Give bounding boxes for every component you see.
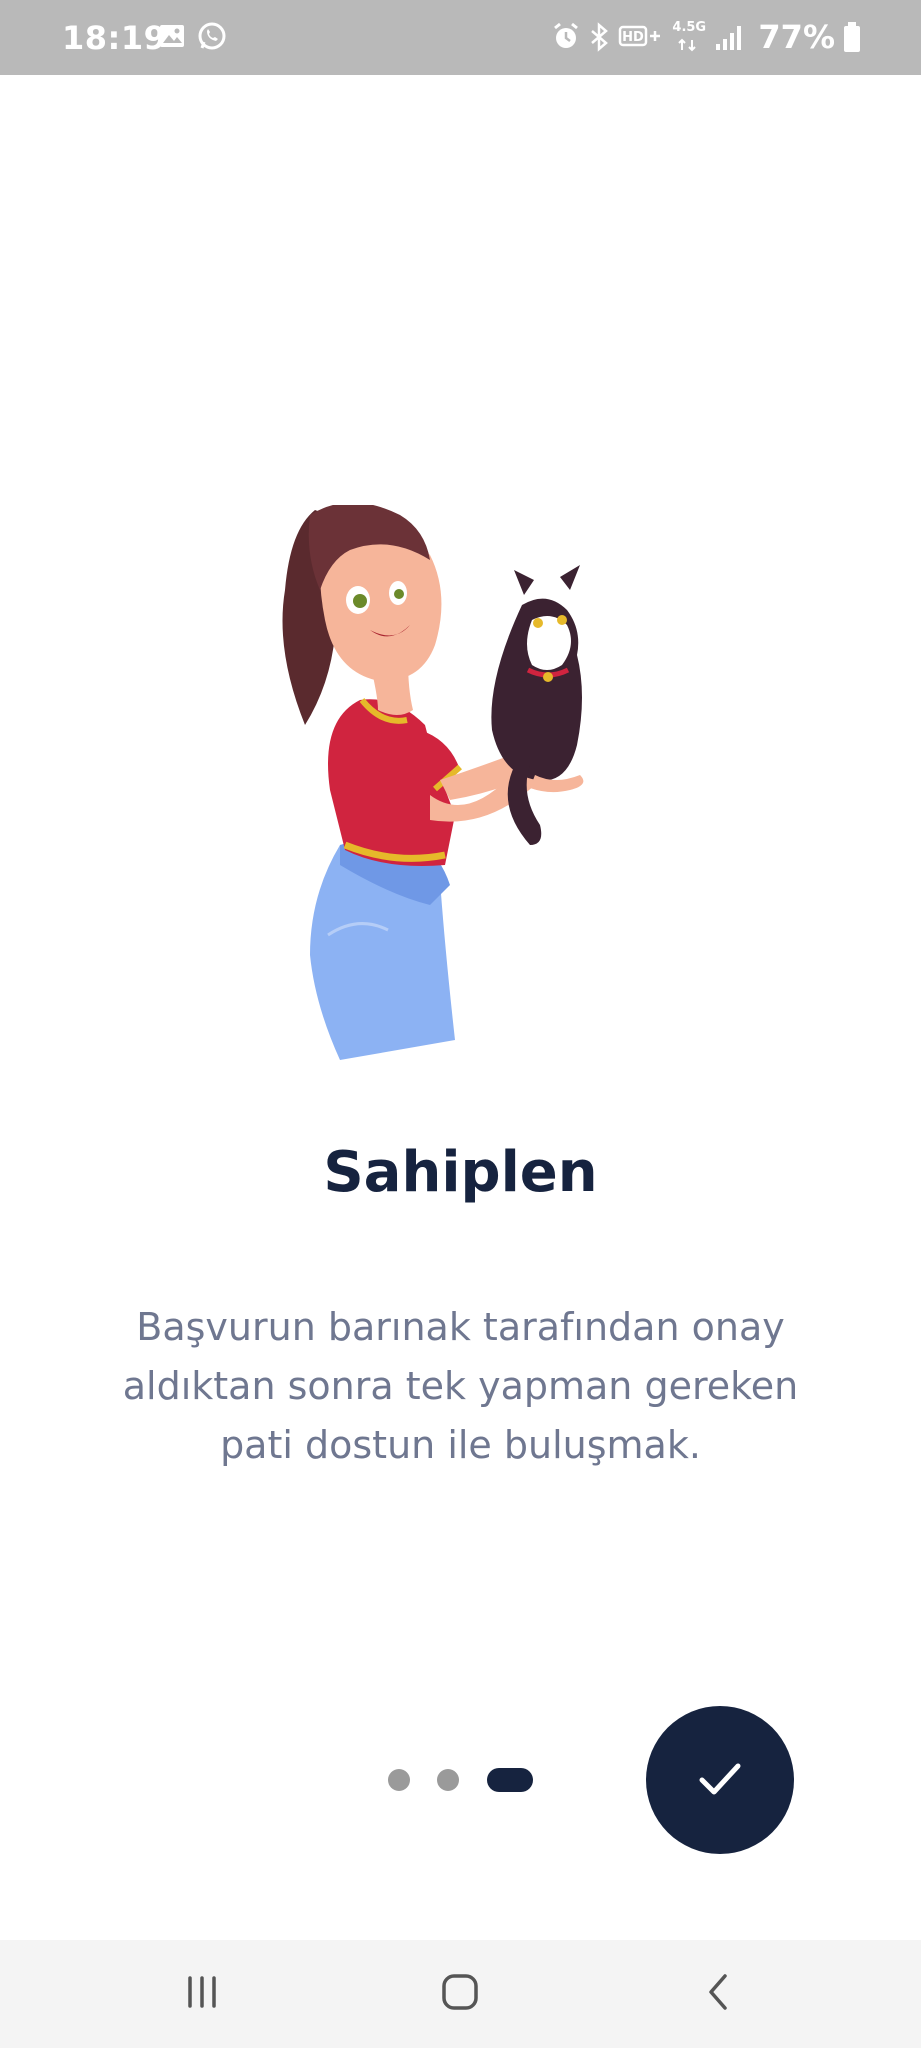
status-right-icons: HD 4.5G 77%: [552, 14, 861, 60]
status-time: 18:19: [62, 18, 167, 57]
status-bar: 18:19 HD 4.5G 77%: [0, 0, 921, 75]
recent-apps-icon: [182, 1974, 222, 2014]
recent-apps-button[interactable]: [142, 1940, 262, 2048]
bluetooth-icon: [588, 22, 610, 52]
page-dot-2[interactable]: [437, 1769, 459, 1791]
home-icon: [440, 1972, 480, 2016]
battery-percent: 77%: [758, 18, 835, 56]
gallery-icon: [158, 22, 186, 54]
back-icon: [703, 1972, 733, 2016]
onboarding-title: Sahiplen: [323, 1140, 598, 1205]
check-icon: [696, 1758, 744, 1802]
onboarding-description: Başvurun barınak tarafından onay aldıkta…: [122, 1305, 799, 1467]
navigation-bar: [0, 1940, 921, 2048]
network-4-5g-icon: 4.5G: [672, 20, 706, 54]
status-left-icons: [158, 20, 228, 56]
battery-icon: [843, 21, 861, 53]
hd-voice-icon: HD: [618, 22, 664, 52]
page-dot-1[interactable]: [388, 1769, 410, 1791]
whatsapp-icon: [196, 20, 228, 56]
page-dot-3-active[interactable]: [487, 1768, 533, 1792]
home-button[interactable]: [400, 1940, 520, 2048]
alarm-icon: [552, 22, 580, 52]
signal-icon: [714, 22, 744, 52]
back-button[interactable]: [658, 1940, 778, 2048]
woman-holding-cat-illustration: [270, 502, 640, 1060]
svg-text:HD: HD: [623, 30, 645, 45]
done-button[interactable]: [646, 1706, 794, 1854]
